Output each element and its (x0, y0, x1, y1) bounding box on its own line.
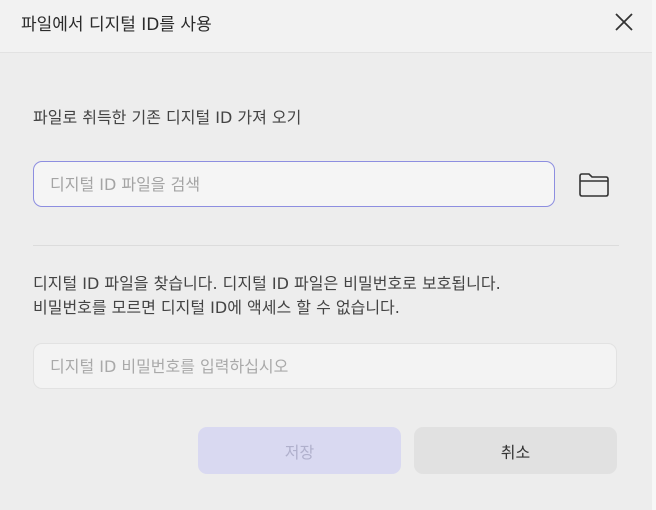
import-digital-id-dialog: 파일에서 디지털 ID를 사용 파일로 취득한 기존 디지털 ID 가져 오기 … (0, 0, 652, 510)
info-line-2: 비밀번호를 모르면 디지털 ID에 액세스 할 수 없습니다. (33, 298, 400, 317)
divider (33, 245, 619, 246)
info-text: 디지털 ID 파일을 찾습니다. 디지털 ID 파일은 비밀번호로 보호됩니다.… (33, 272, 501, 320)
cancel-button[interactable]: 취소 (414, 427, 617, 474)
digital-id-file-search-input[interactable] (33, 161, 555, 207)
save-button[interactable]: 저장 (198, 427, 401, 474)
window-edge (652, 0, 656, 510)
close-icon[interactable] (610, 8, 638, 36)
info-line-1: 디지털 ID 파일을 찾습니다. 디지털 ID 파일은 비밀번호로 보호됩니다. (33, 274, 501, 293)
dialog-subtitle: 파일로 취득한 기존 디지털 ID 가져 오기 (33, 108, 302, 127)
dialog-header: 파일에서 디지털 ID를 사용 (0, 0, 652, 53)
dialog-title: 파일에서 디지털 ID를 사용 (21, 15, 212, 35)
digital-id-password-input[interactable] (33, 343, 617, 389)
folder-icon[interactable] (577, 170, 611, 200)
